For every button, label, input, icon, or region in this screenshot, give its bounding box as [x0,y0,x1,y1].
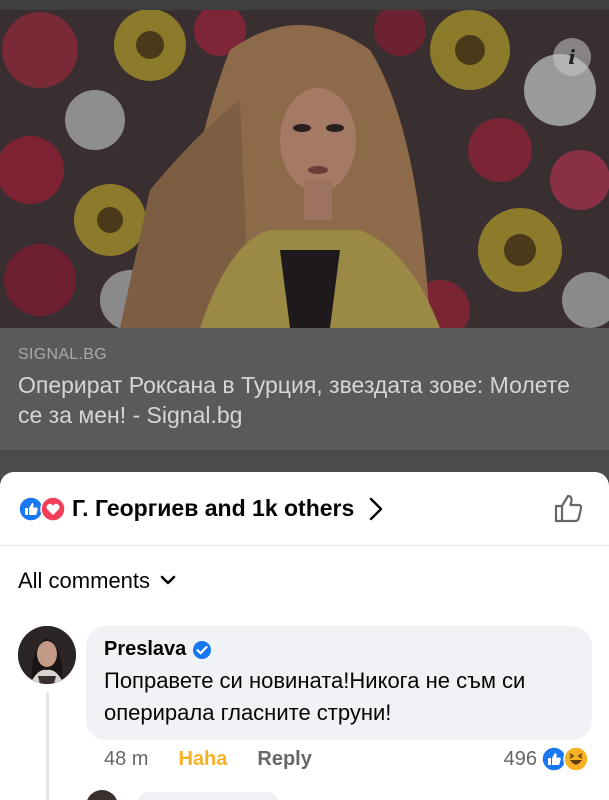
reactions-summary-row[interactable]: Г. Георгиев and 1k others [0,472,609,546]
link-title[interactable]: Оперират Роксана в Турция, звездата зове… [18,370,591,430]
comments-filter-dropdown[interactable]: All comments [18,568,176,594]
post-photo-illustration [0,10,609,328]
comment-text: Поправете си новината!Никога не съм си о… [104,668,526,725]
reaction-icons [18,495,66,522]
avatar[interactable] [18,626,76,684]
thread-line [46,692,49,800]
top-bar [0,0,609,10]
next-reply-preview [78,784,278,800]
background-feed: i SIGNAL.BG Оперират Роксана в Турция, з… [0,0,609,480]
link-preview-card[interactable]: SIGNAL.BG Оперират Роксана в Турция, зве… [0,328,609,450]
comment-reactions[interactable]: 496 [504,746,589,772]
author-name[interactable]: Preslava [104,638,186,661]
info-icon[interactable]: i [553,38,591,76]
reply-button[interactable]: Reply [257,748,311,771]
comment-bubble[interactable]: Preslava Поправете си новината!Никога не… [86,626,592,740]
reply-preview-placeholder [87,790,278,800]
love-icon [40,495,66,522]
comment-author: Preslava [104,638,574,661]
chevron-right-icon[interactable] [368,497,384,521]
comment-time: 48 m [104,748,149,770]
reaction-button[interactable]: Haha [178,748,227,771]
chevron-down-icon [160,575,176,585]
post-image[interactable]: i [0,10,609,328]
haha-icon [563,746,589,772]
link-domain: SIGNAL.BG [18,346,107,363]
comments-sheet: Г. Георгиев and 1k others All comments P… [0,472,609,800]
reactions-summary-text[interactable]: Г. Георгиев and 1k others [72,495,354,522]
comment-meta: 48 m Haha Reply [104,748,312,771]
verified-badge-icon [193,640,212,659]
reaction-count: 496 [503,747,537,770]
comments-filter-label: All comments [18,568,151,593]
avatar-image [18,626,76,684]
like-button-icon[interactable] [553,492,585,524]
